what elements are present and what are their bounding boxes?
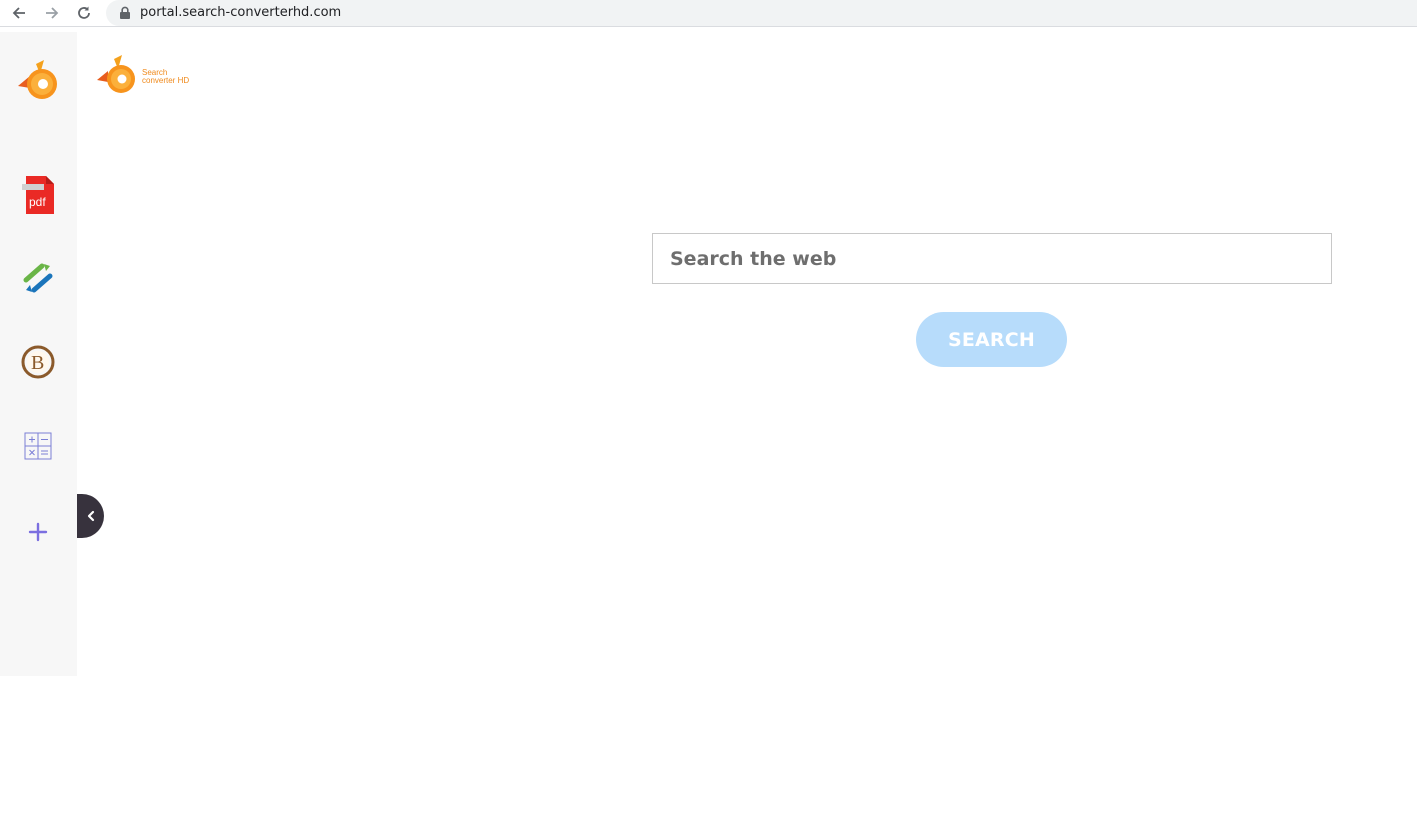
lock-icon <box>120 6 130 19</box>
forward-button[interactable] <box>42 3 62 23</box>
sidebar: pdf B <box>0 32 77 676</box>
url-text: portal.search-converterhd.com <box>140 5 342 20</box>
header-logo[interactable]: Search converter HD <box>95 54 205 96</box>
sidebar-item-calculator[interactable] <box>14 422 62 470</box>
back-button[interactable] <box>9 3 29 23</box>
logo-line-2: converter HD <box>142 76 190 85</box>
sidebar-item-home[interactable] <box>14 56 62 104</box>
sidebar-item-add[interactable] <box>14 508 62 556</box>
chevron-left-icon <box>87 510 94 522</box>
svg-text:pdf: pdf <box>29 195 46 209</box>
pdf-icon: pdf <box>22 176 54 214</box>
arrow-right-icon <box>46 7 59 19</box>
logo-text: Search converter HD <box>142 69 189 85</box>
svg-text:B: B <box>31 352 44 374</box>
reload-button[interactable] <box>74 3 94 23</box>
bitcoin-icon: B <box>21 345 55 379</box>
reload-icon <box>78 6 90 19</box>
brand-logo-icon <box>97 55 135 93</box>
address-bar[interactable]: portal.search-converterhd.com <box>106 0 1417 26</box>
search-button[interactable]: SEARCH <box>916 312 1067 367</box>
plus-icon <box>28 522 48 542</box>
sidebar-item-pdf[interactable]: pdf <box>14 170 62 218</box>
converter-arrows-icon <box>23 263 53 293</box>
calculator-icon <box>24 432 52 460</box>
browser-toolbar: portal.search-converterhd.com <box>0 0 1417 27</box>
search-input[interactable] <box>652 233 1332 284</box>
arrow-left-icon <box>12 7 25 19</box>
sidebar-item-bitcoin[interactable]: B <box>14 338 62 386</box>
logo-icon <box>18 60 57 99</box>
sidebar-item-converter[interactable] <box>14 254 62 302</box>
sidebar-collapse-toggle[interactable] <box>77 494 104 538</box>
